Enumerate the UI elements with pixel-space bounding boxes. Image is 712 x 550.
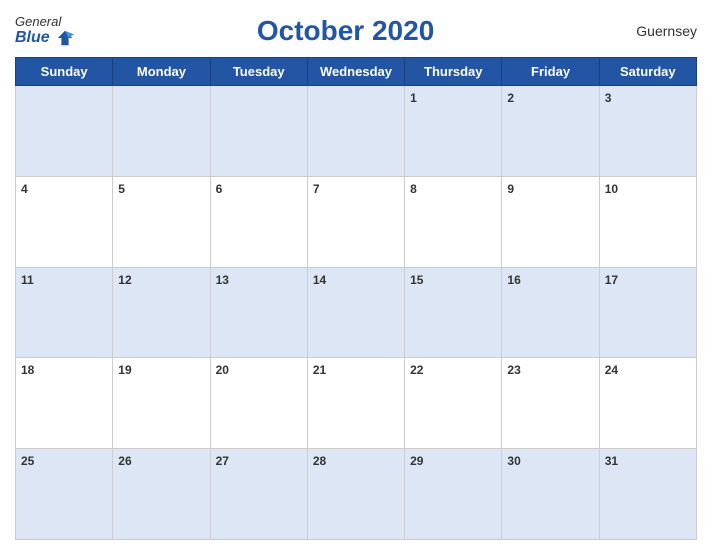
calendar-day-cell: 23 [502, 358, 599, 449]
calendar-day-cell: 27 [210, 449, 307, 540]
calendar-day-cell: 2 [502, 86, 599, 177]
calendar-day-cell: 26 [113, 449, 210, 540]
calendar-week-row: 11 12 13 14 15 16 17 [16, 267, 697, 358]
day-number: 22 [410, 363, 423, 377]
calendar-day-cell: 7 [307, 176, 404, 267]
logo-bird-icon [56, 29, 74, 47]
day-number: 5 [118, 182, 125, 196]
day-number: 6 [216, 182, 223, 196]
calendar-day-cell: 3 [599, 86, 696, 177]
calendar-day-cell: 5 [113, 176, 210, 267]
calendar-week-row: 18 19 20 21 22 23 24 [16, 358, 697, 449]
day-number: 30 [507, 454, 520, 468]
day-number: 16 [507, 273, 520, 287]
calendar-day-cell: 19 [113, 358, 210, 449]
calendar-day-cell: 25 [16, 449, 113, 540]
calendar-day-cell: 29 [405, 449, 502, 540]
calendar-day-cell [307, 86, 404, 177]
day-number: 9 [507, 182, 514, 196]
weekday-header-tuesday: Tuesday [210, 58, 307, 86]
day-number: 14 [313, 273, 326, 287]
calendar-day-cell: 22 [405, 358, 502, 449]
day-number: 13 [216, 273, 229, 287]
calendar-day-cell: 11 [16, 267, 113, 358]
weekday-header-thursday: Thursday [405, 58, 502, 86]
logo: General Blue [15, 14, 74, 47]
day-number: 17 [605, 273, 618, 287]
weekday-header-row: SundayMondayTuesdayWednesdayThursdayFrid… [16, 58, 697, 86]
weekday-header-wednesday: Wednesday [307, 58, 404, 86]
day-number: 29 [410, 454, 423, 468]
calendar-day-cell: 18 [16, 358, 113, 449]
day-number: 19 [118, 363, 131, 377]
calendar-day-cell: 17 [599, 267, 696, 358]
day-number: 3 [605, 91, 612, 105]
day-number: 18 [21, 363, 34, 377]
region-label: Guernsey [617, 23, 697, 39]
day-number: 21 [313, 363, 326, 377]
calendar-week-row: 25 26 27 28 29 30 31 [16, 449, 697, 540]
day-number: 31 [605, 454, 618, 468]
weekday-header-monday: Monday [113, 58, 210, 86]
calendar-day-cell: 1 [405, 86, 502, 177]
calendar-day-cell: 20 [210, 358, 307, 449]
calendar-day-cell: 8 [405, 176, 502, 267]
calendar-day-cell: 13 [210, 267, 307, 358]
calendar-day-cell [16, 86, 113, 177]
calendar-day-cell: 14 [307, 267, 404, 358]
calendar-table: SundayMondayTuesdayWednesdayThursdayFrid… [15, 57, 697, 540]
day-number: 8 [410, 182, 417, 196]
day-number: 15 [410, 273, 423, 287]
day-number: 10 [605, 182, 618, 196]
day-number: 28 [313, 454, 326, 468]
calendar-day-cell: 21 [307, 358, 404, 449]
calendar-week-row: 1 2 3 [16, 86, 697, 177]
day-number: 7 [313, 182, 320, 196]
calendar-day-cell: 10 [599, 176, 696, 267]
calendar-day-cell: 9 [502, 176, 599, 267]
calendar-day-cell [210, 86, 307, 177]
calendar-day-cell: 6 [210, 176, 307, 267]
calendar-day-cell: 12 [113, 267, 210, 358]
logo-blue-text: Blue [15, 29, 74, 47]
day-number: 11 [21, 273, 34, 287]
day-number: 24 [605, 363, 618, 377]
calendar-title: October 2020 [74, 15, 617, 47]
logo-general-text: General [15, 14, 61, 29]
day-number: 4 [21, 182, 28, 196]
calendar-week-row: 4 5 6 7 8 9 10 [16, 176, 697, 267]
day-number: 2 [507, 91, 514, 105]
day-number: 12 [118, 273, 131, 287]
day-number: 27 [216, 454, 229, 468]
calendar-day-cell: 30 [502, 449, 599, 540]
calendar-day-cell: 24 [599, 358, 696, 449]
day-number: 26 [118, 454, 131, 468]
day-number: 1 [410, 91, 417, 105]
calendar-day-cell: 16 [502, 267, 599, 358]
calendar-day-cell: 4 [16, 176, 113, 267]
calendar-day-cell [113, 86, 210, 177]
weekday-header-sunday: Sunday [16, 58, 113, 86]
calendar-day-cell: 28 [307, 449, 404, 540]
day-number: 23 [507, 363, 520, 377]
weekday-header-friday: Friday [502, 58, 599, 86]
weekday-header-saturday: Saturday [599, 58, 696, 86]
day-number: 20 [216, 363, 229, 377]
calendar-day-cell: 31 [599, 449, 696, 540]
calendar-day-cell: 15 [405, 267, 502, 358]
calendar-header: General Blue October 2020 Guernsey [15, 10, 697, 51]
day-number: 25 [21, 454, 34, 468]
